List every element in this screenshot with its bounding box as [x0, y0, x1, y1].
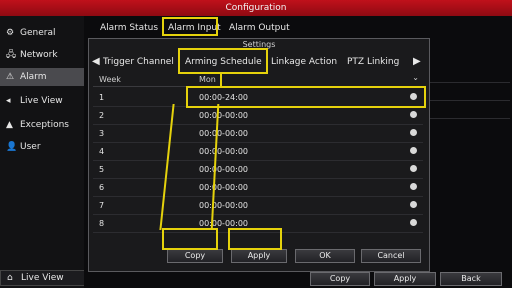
- sidebar-item-alarm[interactable]: ⚠ Alarm: [0, 68, 84, 86]
- row-number: 1: [99, 93, 105, 102]
- next-arrow-icon[interactable]: ▶: [413, 53, 421, 71]
- row-number: 7: [99, 201, 105, 210]
- sidebar-item-label: Alarm: [20, 72, 47, 82]
- sidebar-item-label: User: [20, 142, 41, 152]
- sidebar-item-label: Live View: [20, 96, 63, 106]
- time-range[interactable]: 00:00-00:00: [199, 201, 248, 210]
- home-icon: ⌂: [7, 273, 13, 283]
- sidebar-item-exceptions[interactable]: ▲ Exceptions: [0, 116, 84, 134]
- sidebar-item-user[interactable]: 👤 User: [0, 138, 84, 156]
- live-view-label: Live View: [21, 273, 64, 283]
- dialog-title: Settings: [242, 40, 276, 49]
- live-view-button[interactable]: ⌂ Live View: [0, 270, 96, 286]
- schedule-row[interactable]: 1 00:00-24:00: [93, 89, 423, 107]
- schedule-header: Week Mon ⌄: [93, 73, 423, 87]
- footer-copy-button[interactable]: Copy: [310, 272, 370, 286]
- schedule-row[interactable]: 2 00:00-00:00: [93, 107, 423, 125]
- row-number: 4: [99, 147, 105, 156]
- schedule-row[interactable]: 4 00:00-00:00: [93, 143, 423, 161]
- edit-icon[interactable]: [410, 93, 417, 100]
- cancel-button[interactable]: Cancel: [361, 249, 421, 263]
- schedule-row[interactable]: 6 00:00-00:00: [93, 179, 423, 197]
- sidebar: ⚙ General 🖧 Network ⚠ Alarm ◂ Live View …: [0, 16, 84, 288]
- prev-arrow-icon[interactable]: ◀: [92, 53, 100, 71]
- tab-trigger-channel[interactable]: Trigger Channel: [103, 53, 174, 71]
- edit-icon[interactable]: [410, 129, 417, 136]
- time-range[interactable]: 00:00-00:00: [199, 165, 248, 174]
- live-view-icon: ◂: [6, 96, 11, 106]
- edit-icon[interactable]: [410, 147, 417, 154]
- row-number: 5: [99, 165, 105, 174]
- time-range[interactable]: 00:00-00:00: [199, 147, 248, 156]
- footer-back-button[interactable]: Back: [440, 272, 502, 286]
- alarm-icon: ⚠: [6, 72, 15, 82]
- network-icon: 🖧: [6, 50, 17, 60]
- sidebar-item-general[interactable]: ⚙ General: [0, 24, 84, 42]
- sidebar-item-live-view[interactable]: ◂ Live View: [0, 92, 84, 110]
- edit-icon[interactable]: [410, 183, 417, 190]
- time-range[interactable]: 00:00-00:00: [199, 219, 248, 228]
- sidebar-item-label: Exceptions: [20, 120, 69, 130]
- highlight-connector: [220, 72, 222, 88]
- exceptions-icon: ▲: [6, 120, 13, 130]
- edit-icon[interactable]: [410, 111, 417, 118]
- time-range[interactable]: 00:00-00:00: [199, 111, 248, 120]
- edit-icon[interactable]: [410, 201, 417, 208]
- tab-alarm-status[interactable]: Alarm Status: [100, 20, 158, 36]
- tab-linkage-action[interactable]: Linkage Action: [271, 53, 337, 71]
- tab-alarm-input[interactable]: Alarm Input: [168, 20, 221, 36]
- day-select[interactable]: Mon: [199, 75, 216, 84]
- window-title: Configuration: [0, 0, 512, 16]
- apply-button[interactable]: Apply: [231, 249, 287, 263]
- time-range[interactable]: 00:00-00:00: [199, 183, 248, 192]
- sidebar-item-label: General: [20, 28, 56, 38]
- chevron-down-icon[interactable]: ⌄: [412, 73, 419, 82]
- row-number: 3: [99, 129, 105, 138]
- main-panel: Alarm Status Alarm Input Alarm Output Se…: [84, 16, 512, 288]
- week-label: Week: [99, 75, 121, 84]
- time-range[interactable]: 00:00-24:00: [199, 93, 248, 102]
- ok-button[interactable]: OK: [295, 249, 355, 263]
- tab-arming-schedule[interactable]: Arming Schedule: [185, 53, 262, 71]
- row-number: 6: [99, 183, 105, 192]
- schedule-row[interactable]: 8 00:00-00:00: [93, 215, 423, 233]
- schedule-row[interactable]: 5 00:00-00:00: [93, 161, 423, 179]
- gear-icon: ⚙: [6, 28, 15, 38]
- footer-apply-button[interactable]: Apply: [374, 272, 436, 286]
- user-icon: 👤: [6, 142, 18, 152]
- row-number: 2: [99, 111, 105, 120]
- schedule-row[interactable]: 3 00:00-00:00: [93, 125, 423, 143]
- row-number: 8: [99, 219, 105, 228]
- sidebar-item-label: Network: [20, 50, 58, 60]
- settings-dialog: Settings ◀ Trigger Channel Arming Schedu…: [88, 38, 430, 272]
- edit-icon[interactable]: [410, 219, 417, 226]
- tab-ptz-linking[interactable]: PTZ Linking: [347, 53, 399, 71]
- sidebar-item-network[interactable]: 🖧 Network: [0, 46, 84, 64]
- tab-alarm-output[interactable]: Alarm Output: [229, 20, 290, 36]
- copy-button[interactable]: Copy: [167, 249, 223, 263]
- edit-icon[interactable]: [410, 165, 417, 172]
- time-range[interactable]: 00:00-00:00: [199, 129, 248, 138]
- schedule-row[interactable]: 7 00:00-00:00: [93, 197, 423, 215]
